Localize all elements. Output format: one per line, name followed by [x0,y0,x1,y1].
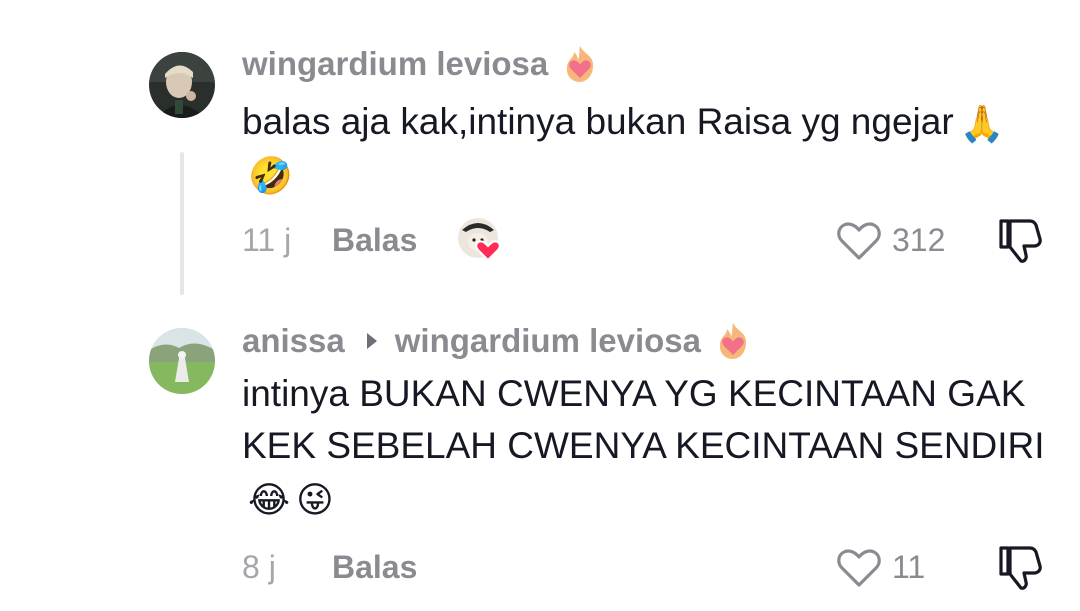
heart-outline-icon[interactable] [836,546,882,588]
thumbs-down-icon[interactable] [996,542,1044,592]
folded-hands-emoji: 🙏 [959,104,1005,145]
comment-text: balas aja kak,intinya bukan Raisa yg nge… [242,96,1052,200]
thumbs-down-icon[interactable] [996,215,1044,265]
comment-time: 8 j [242,548,276,585]
username[interactable]: anissa [242,322,345,360]
comment-meta: 11 j Balas [242,215,417,265]
comment-body: intinya BUKAN CWENYA YG KECINTAAN GAK KE… [242,373,1045,466]
like-group: 11 [836,542,925,592]
winking-tongue-emoji: 😜 [296,480,334,521]
reply-button[interactable]: Balas [332,549,417,586]
comment-text: intinya BUKAN CWENYA YG KECINTAAN GAK KE… [242,368,1052,524]
heart-outline-icon[interactable] [836,219,882,261]
like-count: 11 [892,548,926,585]
comment-meta: 8 j Balas [242,542,417,592]
reply-to-username[interactable]: wingardium leviosa [395,322,701,360]
heart-on-fire-icon [560,44,600,84]
avatar[interactable] [149,328,215,394]
avatar[interactable] [149,52,215,118]
reply-button[interactable]: Balas [332,222,417,259]
heart-on-fire-icon [713,321,753,361]
creator-avatar-heart-icon [456,214,508,262]
comment-header: anissa wingardium leviosa [242,319,753,363]
thread-line [180,152,184,295]
comment-time: 11 j [242,221,292,258]
like-group: 312 [836,215,945,265]
rofl-emoji: 🤣 [248,156,293,197]
comment-body: balas aja kak,intinya bukan Raisa yg nge… [242,101,954,142]
username[interactable]: wingardium leviosa [242,45,548,83]
comment-header: wingardium leviosa [242,42,600,86]
reply-arrow-icon [366,333,377,349]
like-count: 312 [892,221,946,258]
tears-of-joy-emoji: 😂 [248,480,291,521]
